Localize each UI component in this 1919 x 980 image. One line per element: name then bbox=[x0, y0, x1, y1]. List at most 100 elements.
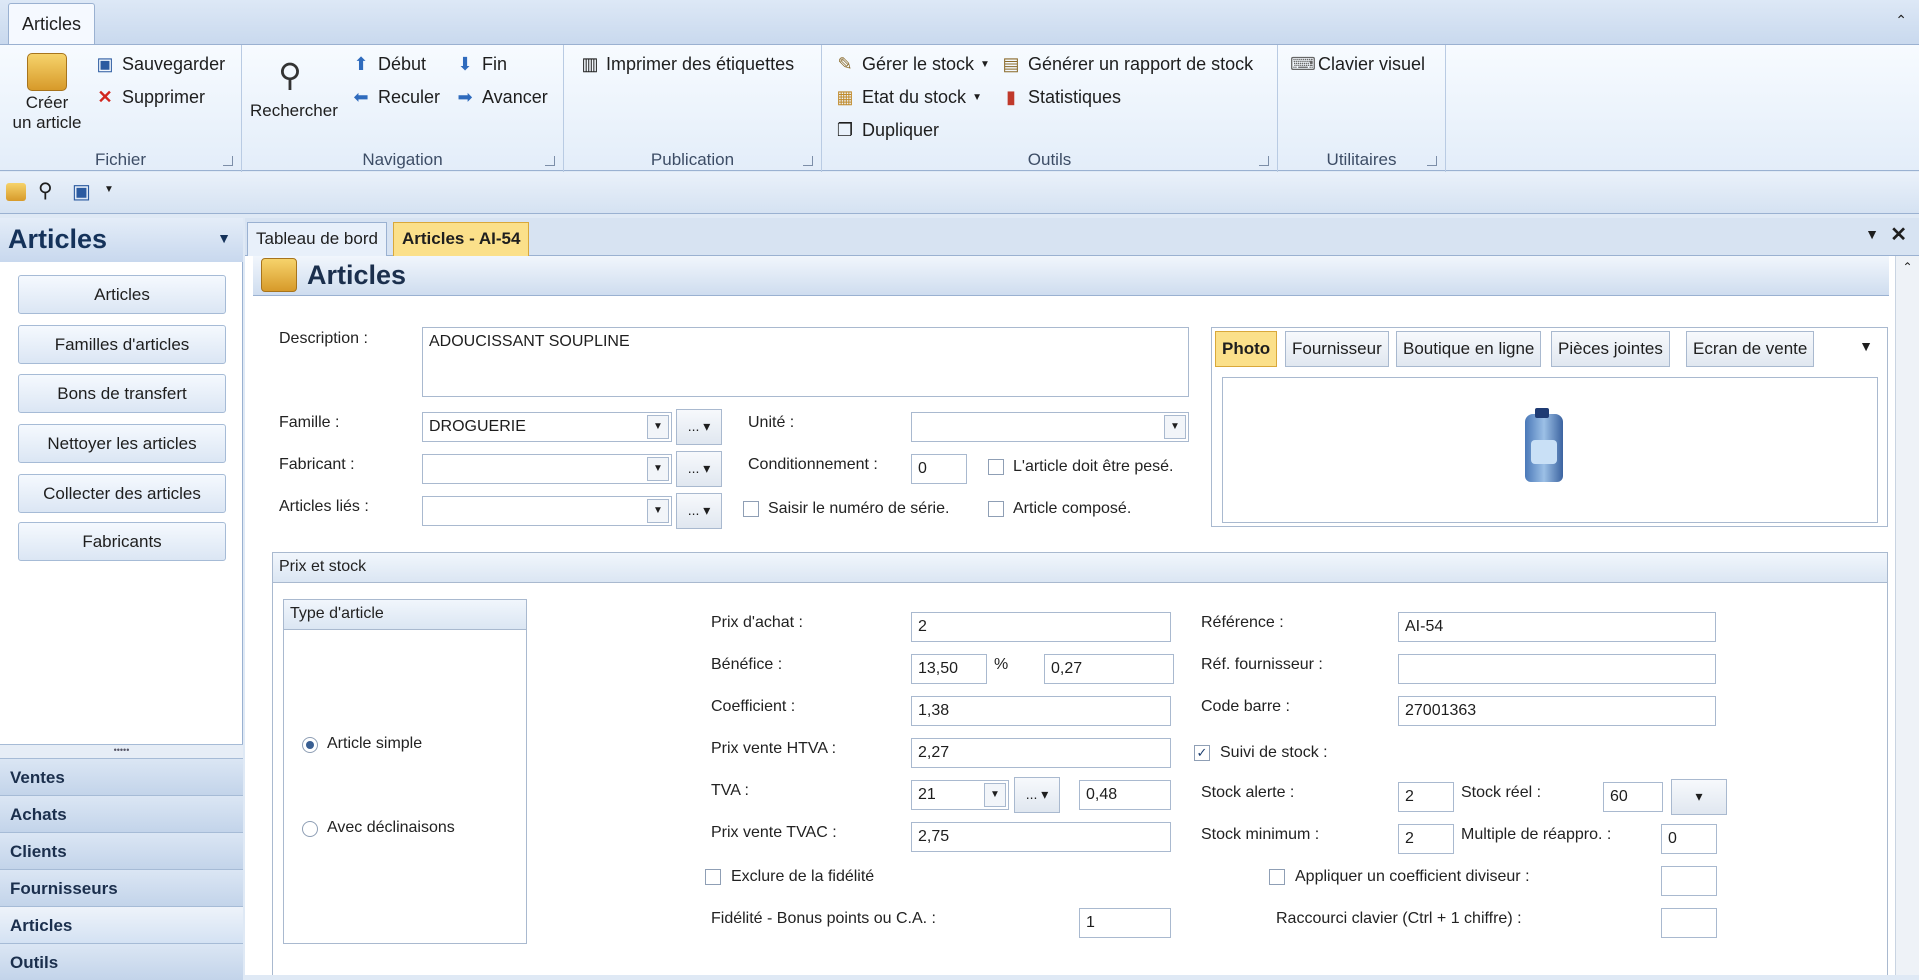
left-btn-articles[interactable]: Articles bbox=[18, 275, 226, 314]
duplicate-button[interactable]: ❐ Dupliquer bbox=[834, 119, 939, 141]
dropdown-arrow-icon[interactable]: ▼ bbox=[647, 457, 669, 481]
virtual-keyboard-button[interactable]: ⌨ Clavier visuel bbox=[1290, 53, 1425, 75]
tva-more-button[interactable]: ... ▾ bbox=[1014, 777, 1060, 813]
coefficient-field[interactable]: 1,38 bbox=[911, 696, 1171, 726]
coef-diviseur-checkbox[interactable] bbox=[1269, 869, 1285, 885]
benefice-pct-field[interactable]: 13,50 bbox=[911, 654, 987, 684]
description-field[interactable]: ADOUCISSANT SOUPLINE bbox=[422, 327, 1189, 397]
chevron-up-icon[interactable]: ⌃ bbox=[1895, 12, 1907, 29]
multiple-reappro-field[interactable]: 0 bbox=[1661, 824, 1717, 854]
left-btn-collecter[interactable]: Collecter des articles bbox=[18, 474, 226, 513]
tva-value-field[interactable]: 0,48 bbox=[1079, 780, 1171, 810]
dropdown-arrow-icon[interactable]: ▼ bbox=[984, 783, 1006, 807]
prix-achat-field[interactable]: 2 bbox=[911, 612, 1171, 642]
tva-select[interactable]: 21 ▼ bbox=[911, 780, 1009, 810]
tab-tableau-de-bord[interactable]: Tableau de bord bbox=[247, 222, 387, 256]
tab-menu-icon[interactable]: ▼ bbox=[1859, 338, 1873, 354]
exclure-fidelite-checkbox[interactable] bbox=[705, 869, 721, 885]
tab-fournisseur[interactable]: Fournisseur bbox=[1285, 331, 1389, 367]
pese-checkbox[interactable] bbox=[988, 459, 1004, 475]
customize-dropdown-icon[interactable]: ▼ bbox=[104, 184, 114, 195]
panel-menu-icon[interactable]: ▼ bbox=[217, 230, 231, 246]
arrow-right-icon: ➡ bbox=[457, 87, 473, 107]
print-labels-button[interactable]: ▥ Imprimer des étiquettes bbox=[578, 53, 794, 75]
manage-stock-button[interactable]: ✎ Gérer le stock ▼ bbox=[834, 53, 990, 75]
compose-checkbox[interactable] bbox=[988, 501, 1004, 517]
end-button[interactable]: ⬇ Fin bbox=[454, 53, 507, 75]
stock-report-button[interactable]: ▤ Générer un rapport de stock bbox=[1000, 53, 1253, 75]
prix-tvac-field[interactable]: 2,75 bbox=[911, 822, 1171, 852]
tab-ecran-vente[interactable]: Ecran de vente bbox=[1686, 331, 1815, 367]
benefice-value-field[interactable]: 0,27 bbox=[1044, 654, 1174, 684]
dialog-launcher-icon[interactable] bbox=[223, 156, 233, 166]
conditionnement-field[interactable]: 0 bbox=[911, 454, 967, 484]
delete-button[interactable]: ✕ Supprimer bbox=[94, 86, 205, 108]
dialog-launcher-icon[interactable] bbox=[803, 156, 813, 166]
scrollbar[interactable]: ⌃ bbox=[1895, 256, 1919, 975]
radio-avec-declinaisons[interactable] bbox=[302, 821, 318, 837]
nav-outils[interactable]: Outils bbox=[0, 943, 243, 980]
binoculars-icon: ⚲ bbox=[278, 57, 302, 93]
dropdown-arrow-icon[interactable]: ▼ bbox=[647, 499, 669, 523]
tab-articles-ai54[interactable]: Articles - AI-54 bbox=[393, 222, 530, 256]
dropdown-arrow-icon[interactable]: ▼ bbox=[647, 415, 669, 439]
radio-article-simple[interactable] bbox=[302, 737, 318, 753]
back-button[interactable]: ⬅ Reculer bbox=[350, 86, 440, 108]
famille-select[interactable]: DROGUERIE ▼ bbox=[422, 412, 672, 442]
tab-pieces-jointes[interactable]: Pièces jointes bbox=[1551, 331, 1670, 367]
create-article-button[interactable]: Créer un article bbox=[6, 49, 88, 149]
close-icon[interactable]: ✕ bbox=[1890, 222, 1907, 247]
ref-fournisseur-field[interactable] bbox=[1398, 654, 1716, 684]
photo-frame[interactable] bbox=[1222, 377, 1878, 523]
forward-button[interactable]: ➡ Avancer bbox=[454, 86, 547, 108]
dialog-launcher-icon[interactable] bbox=[545, 156, 555, 166]
stock-reel-field[interactable]: 60 bbox=[1603, 782, 1663, 812]
floppy-icon[interactable]: ▣ bbox=[72, 179, 91, 204]
nav-clients[interactable]: Clients bbox=[0, 832, 243, 869]
articles-lies-more-button[interactable]: ... ▾ bbox=[676, 493, 722, 529]
raccourci-field[interactable] bbox=[1661, 908, 1717, 938]
statistics-button[interactable]: ▮ Statistiques bbox=[1000, 86, 1121, 108]
dialog-launcher-icon[interactable] bbox=[1427, 156, 1437, 166]
nav-ventes[interactable]: Ventes bbox=[0, 758, 243, 795]
search-button[interactable]: ⚲ Rechercher bbox=[250, 55, 338, 121]
left-btn-nettoyer[interactable]: Nettoyer les articles bbox=[18, 424, 226, 463]
coef-diviseur-field[interactable] bbox=[1661, 866, 1717, 896]
unite-select[interactable]: ▼ bbox=[911, 412, 1189, 442]
dialog-launcher-icon[interactable] bbox=[1259, 156, 1269, 166]
nav-articles[interactable]: Articles bbox=[0, 906, 243, 943]
tab-photo[interactable]: Photo bbox=[1215, 331, 1278, 367]
stock-minimum-field[interactable]: 2 bbox=[1398, 824, 1454, 854]
scroll-up-icon[interactable]: ⌃ bbox=[1896, 260, 1919, 274]
nav-fournisseurs[interactable]: Fournisseurs bbox=[0, 869, 243, 906]
left-btn-familles[interactable]: Familles d'articles bbox=[18, 325, 226, 364]
document-tabs: Tableau de bord Articles - AI-54 ▼ ✕ bbox=[245, 218, 1919, 256]
left-btn-bons-transfert[interactable]: Bons de transfert bbox=[18, 374, 226, 413]
stock-state-button[interactable]: ▦ Etat du stock ▼ bbox=[834, 86, 981, 108]
dropdown-arrow-icon[interactable]: ▼ bbox=[1164, 415, 1186, 439]
fabricant-more-button[interactable]: ... ▾ bbox=[676, 451, 722, 487]
code-barre-field[interactable]: 27001363 bbox=[1398, 696, 1716, 726]
binoculars-icon[interactable]: ⚲ bbox=[38, 178, 53, 203]
start-button[interactable]: ⬆ Début bbox=[350, 53, 426, 75]
stock-reel-dropdown[interactable]: ▾ bbox=[1671, 779, 1727, 815]
famille-more-button[interactable]: ... ▾ bbox=[676, 409, 722, 445]
ribbon-tab-articles[interactable]: Articles bbox=[8, 3, 95, 45]
fidelite-label: Fidélité - Bonus points ou C.A. : bbox=[711, 910, 936, 927]
box-icon[interactable] bbox=[6, 183, 26, 201]
prix-htva-field[interactable]: 2,27 bbox=[911, 738, 1171, 768]
save-button[interactable]: ▣ Sauvegarder bbox=[94, 53, 225, 75]
nav-achats[interactable]: Achats bbox=[0, 795, 243, 832]
articles-lies-select[interactable]: ▼ bbox=[422, 496, 672, 526]
left-btn-fabricants[interactable]: Fabricants bbox=[18, 522, 226, 561]
stock-alerte-field[interactable]: 2 bbox=[1398, 782, 1454, 812]
splitter-grip[interactable]: ••••• bbox=[0, 744, 243, 758]
fidelite-field[interactable]: 1 bbox=[1079, 908, 1171, 938]
pese-label: L'article doit être pesé. bbox=[1013, 458, 1174, 475]
reference-field[interactable]: AI-54 bbox=[1398, 612, 1716, 642]
tab-list-icon[interactable]: ▼ bbox=[1865, 226, 1879, 242]
tab-boutique[interactable]: Boutique en ligne bbox=[1396, 331, 1542, 367]
fabricant-select[interactable]: ▼ bbox=[422, 454, 672, 484]
serie-checkbox[interactable] bbox=[743, 501, 759, 517]
suivi-stock-checkbox[interactable]: ✓ bbox=[1194, 745, 1210, 761]
